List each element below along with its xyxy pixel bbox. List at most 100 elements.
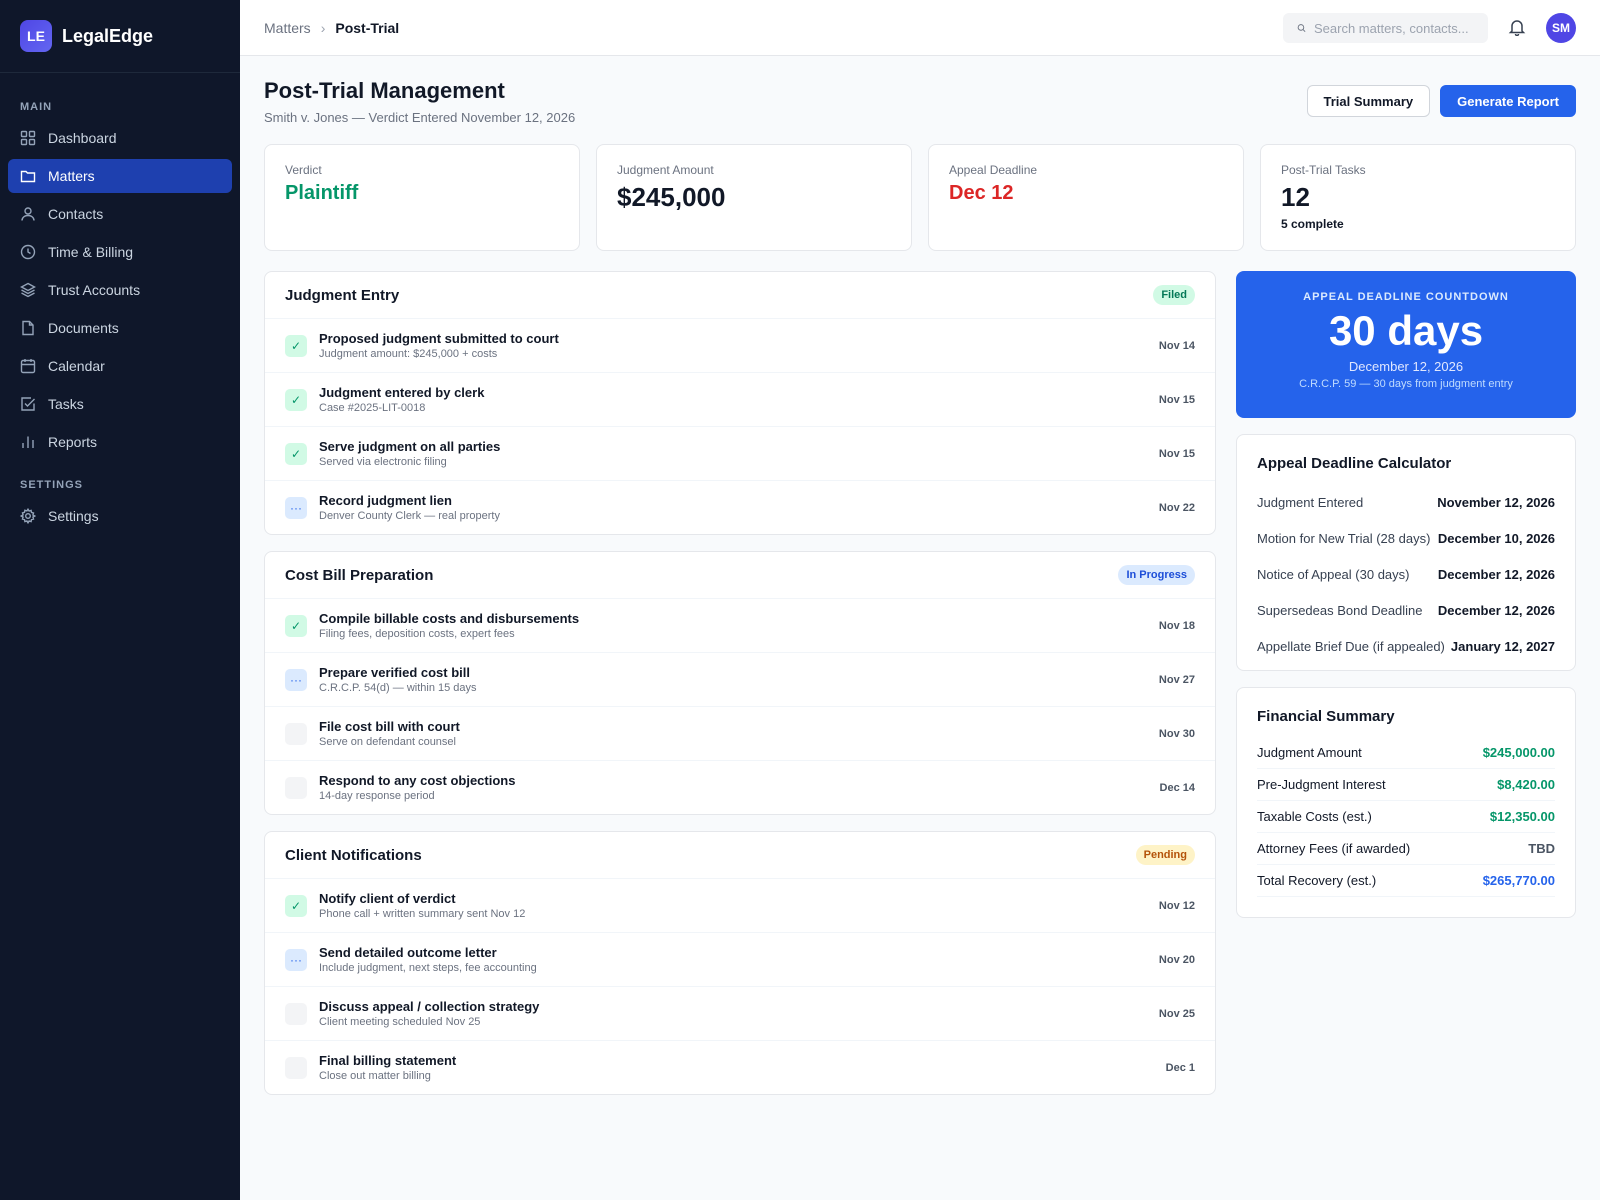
sidebar-item-tasks[interactable]: Tasks bbox=[8, 387, 232, 421]
countdown-date: December 12, 2026 bbox=[1348, 359, 1464, 374]
empty-checkbox-icon[interactable] bbox=[285, 776, 307, 799]
calc-row: Appellate Brief Due (if appealed) January… bbox=[1257, 628, 1555, 664]
fin-label: Judgment Amount bbox=[1257, 745, 1362, 760]
sidebar-item-label: Reports bbox=[48, 434, 98, 450]
stat-value: Dec 12 bbox=[949, 182, 1014, 204]
sidebar-item-calendar[interactable]: Calendar bbox=[8, 349, 232, 383]
fin-row: Taxable Costs (est.) $12,350.00 bbox=[1257, 801, 1555, 833]
financial-summary-panel: Financial Summary Judgment Amount $245,00… bbox=[1236, 687, 1576, 918]
task-title: Send detailed outcome letter bbox=[319, 945, 497, 960]
search-input[interactable] bbox=[1314, 20, 1474, 36]
fin-value: TBD bbox=[1528, 841, 1555, 856]
brand[interactable]: LE LegalEdge bbox=[0, 0, 240, 73]
calc-value: December 12, 2026 bbox=[1437, 602, 1555, 618]
avatar[interactable]: SM bbox=[1546, 13, 1576, 43]
task-row[interactable]: ··· Prepare verified cost bill C.R.C.P. 5… bbox=[265, 653, 1215, 707]
task-row[interactable]: ✓ Proposed judgment submitted to court Ju… bbox=[265, 319, 1215, 373]
task-row[interactable]: ··· Send detailed outcome letter Include … bbox=[265, 933, 1215, 987]
stat-note: 5 complete bbox=[1281, 217, 1344, 231]
breadcrumb-matters[interactable]: Matters bbox=[264, 20, 311, 36]
generate-report-button[interactable]: Generate Report bbox=[1440, 85, 1576, 117]
section-header: Judgment Entry Filed bbox=[265, 272, 1215, 319]
empty-checkbox-icon[interactable] bbox=[285, 1002, 307, 1025]
sidebar-item-dashboard[interactable]: Dashboard bbox=[8, 121, 232, 155]
panel-title: Financial Summary bbox=[1257, 708, 1395, 725]
fin-value: $265,770.00 bbox=[1482, 873, 1555, 888]
task-subtitle: C.R.C.P. 54(d) — within 15 days bbox=[319, 682, 477, 694]
check-icon[interactable]: ✓ bbox=[285, 334, 307, 357]
calc-row: Motion for New Trial (28 days) December 1… bbox=[1257, 520, 1555, 556]
task-row[interactable]: Respond to any cost objections 14-day res… bbox=[265, 761, 1215, 814]
bell-icon[interactable] bbox=[1508, 18, 1526, 36]
task-date: Nov 30 bbox=[1158, 727, 1195, 740]
sidebar-item-reports[interactable]: Reports bbox=[8, 425, 232, 459]
task-date: Nov 27 bbox=[1158, 673, 1195, 686]
stat-card-appeal-deadline: Appeal Deadline Dec 12 bbox=[928, 144, 1244, 251]
task-subtitle: Include judgment, next steps, fee accoun… bbox=[319, 962, 537, 974]
sidebar-item-documents[interactable]: Documents bbox=[8, 311, 232, 345]
task-row[interactable]: Discuss appeal / collection strategy Clie… bbox=[265, 987, 1215, 1041]
task-row[interactable]: ✓ Compile billable costs and disbursemen… bbox=[265, 599, 1215, 653]
ellipsis-icon[interactable]: ··· bbox=[285, 948, 307, 971]
page-header: Post-Trial Management Smith v. Jones — V… bbox=[264, 56, 1576, 144]
sidebar-item-trust-accounts[interactable]: Trust Accounts bbox=[8, 273, 232, 307]
search-box[interactable] bbox=[1283, 13, 1488, 43]
task-row[interactable]: ✓ Judgment entered by clerk Case #2025-LI… bbox=[265, 373, 1215, 427]
fin-value: $245,000.00 bbox=[1482, 745, 1555, 760]
task-title: Discuss appeal / collection strategy bbox=[319, 999, 540, 1014]
ellipsis-icon[interactable]: ··· bbox=[285, 496, 307, 519]
task-date: Nov 12 bbox=[1158, 899, 1195, 912]
stat-value: Plaintiff bbox=[285, 182, 359, 204]
folder-icon bbox=[20, 168, 36, 184]
sidebar-item-label: Documents bbox=[48, 320, 119, 336]
task-row[interactable]: ··· Record judgment lien Denver County Cl… bbox=[265, 481, 1215, 534]
check-icon[interactable]: ✓ bbox=[285, 388, 307, 411]
task-title: Record judgment lien bbox=[319, 493, 452, 508]
sidebar-item-settings[interactable]: Settings bbox=[8, 499, 232, 533]
task-date: Dec 14 bbox=[1159, 781, 1195, 794]
empty-checkbox-icon[interactable] bbox=[285, 722, 307, 745]
task-date: Nov 14 bbox=[1158, 339, 1195, 352]
empty-checkbox-icon[interactable] bbox=[285, 1056, 307, 1079]
breadcrumb-current: Post-Trial bbox=[335, 19, 400, 36]
task-title: Prepare verified cost bill bbox=[319, 665, 471, 680]
section-header: Client Notifications Pending bbox=[265, 832, 1215, 879]
right-column: APPEAL DEADLINE COUNTDOWN 30 days Decemb… bbox=[1236, 271, 1576, 934]
task-date: Nov 22 bbox=[1158, 501, 1195, 514]
countdown-label: APPEAL DEADLINE COUNTDOWN bbox=[1303, 291, 1509, 303]
fin-row: Pre-Judgment Interest $8,420.00 bbox=[1257, 769, 1555, 801]
task-title: Respond to any cost objections bbox=[319, 773, 516, 788]
task-sections: Judgment Entry Filed ✓ Proposed judgment… bbox=[264, 271, 1216, 1111]
check-icon[interactable]: ✓ bbox=[285, 614, 307, 637]
sidebar-item-contacts[interactable]: Contacts bbox=[8, 197, 232, 231]
task-row[interactable]: ✓ Serve judgment on all parties Served vi… bbox=[265, 427, 1215, 481]
sidebar-item-matters[interactable]: Matters bbox=[8, 159, 232, 193]
trial-summary-button[interactable]: Trial Summary bbox=[1306, 85, 1431, 117]
fin-value: $12,350.00 bbox=[1489, 809, 1555, 824]
appeal-calculator-panel: Appeal Deadline Calculator Judgment Ente… bbox=[1236, 434, 1576, 671]
sidebar-section-settings: SETTINGS bbox=[20, 479, 84, 491]
task-row[interactable]: Final billing statement Close out matter … bbox=[265, 1041, 1215, 1094]
task-subtitle: Client meeting scheduled Nov 25 bbox=[319, 1016, 481, 1028]
stat-label: Verdict bbox=[285, 163, 322, 177]
task-subtitle: Case #2025-LIT-0018 bbox=[319, 402, 426, 414]
task-date: Nov 15 bbox=[1158, 393, 1195, 406]
task-subtitle: Close out matter billing bbox=[319, 1070, 431, 1082]
task-row[interactable]: File cost bill with court Serve on defend… bbox=[265, 707, 1215, 761]
task-subtitle: Phone call + written summary sent Nov 12 bbox=[319, 908, 526, 920]
task-title: Compile billable costs and disbursements bbox=[319, 611, 580, 626]
calc-value: December 10, 2026 bbox=[1437, 530, 1555, 546]
ellipsis-icon[interactable]: ··· bbox=[285, 668, 307, 691]
section-cost-bill-preparation: Cost Bill Preparation In Progress ✓ Comp… bbox=[264, 551, 1216, 815]
sidebar-item-label: Tasks bbox=[48, 396, 84, 412]
check-icon[interactable]: ✓ bbox=[285, 894, 307, 917]
task-row[interactable]: ✓ Notify client of verdict Phone call + w… bbox=[265, 879, 1215, 933]
header-actions: Trial Summary Generate Report bbox=[1306, 85, 1576, 117]
appeal-countdown-card: APPEAL DEADLINE COUNTDOWN 30 days Decemb… bbox=[1236, 271, 1576, 418]
stat-card-verdict: Verdict Plaintiff bbox=[264, 144, 580, 251]
calc-label: Appellate Brief Due (if appealed) bbox=[1257, 638, 1445, 654]
check-icon[interactable]: ✓ bbox=[285, 442, 307, 465]
sidebar-item-time-billing[interactable]: Time & Billing bbox=[8, 235, 232, 269]
sidebar-item-label: Trust Accounts bbox=[48, 282, 141, 298]
fin-value: $8,420.00 bbox=[1497, 777, 1555, 792]
